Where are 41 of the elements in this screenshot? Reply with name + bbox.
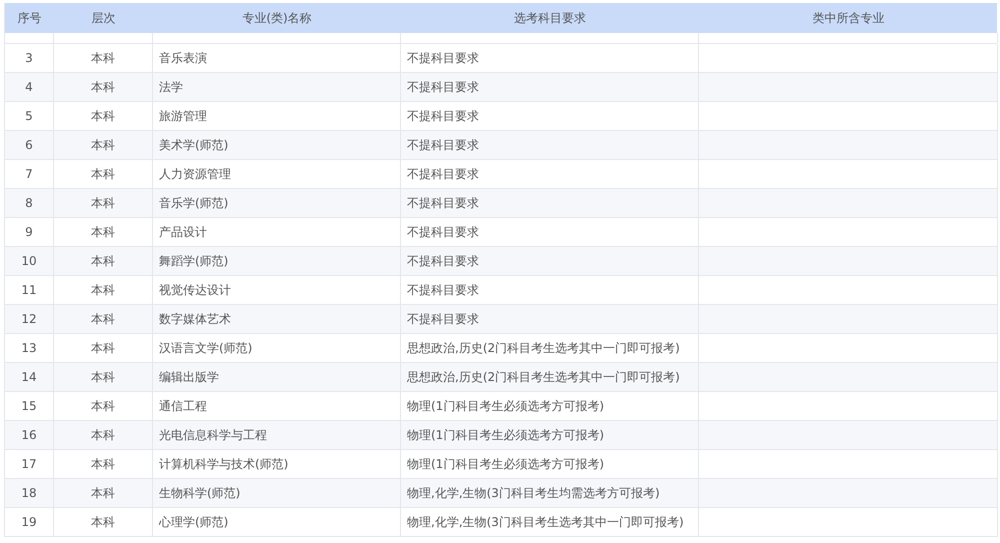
table-cell: 音乐学(师范) (153, 189, 401, 218)
table-cell: 本科 (54, 247, 153, 276)
table-cell: 不提科目要求 (401, 247, 699, 276)
table-cell: 19 (5, 508, 54, 537)
table-cell: 本科 (54, 421, 153, 450)
table-cell: 不提科目要求 (401, 73, 699, 102)
table-cell: 编辑出版学 (153, 363, 401, 392)
table-cell: 本科 (54, 305, 153, 334)
table-cell: 不提科目要求 (401, 189, 699, 218)
table-cell: 物理,化学,生物(3门科目考生均需选考方可报考) (401, 479, 699, 508)
table-cell: 4 (5, 73, 54, 102)
table-cell: 10 (5, 247, 54, 276)
table-cell: 法学 (153, 73, 401, 102)
table-cell: 物理,化学,生物(3门科目考生选考其中一门即可报考) (401, 508, 699, 537)
table-cell: 6 (5, 131, 54, 160)
table-cell: 14 (5, 363, 54, 392)
table-cell: 本科 (54, 189, 153, 218)
table-cell: 12 (5, 305, 54, 334)
table-cell: 本科 (54, 73, 153, 102)
table-cell: 本科 (54, 131, 153, 160)
table-cell: 本科 (54, 508, 153, 537)
table-cell: 不提科目要求 (401, 131, 699, 160)
table-cell: 思想政治,历史(2门科目考生选考其中一门即可报考) (401, 363, 699, 392)
table-cell: 16 (5, 421, 54, 450)
table-cell: 本科 (54, 363, 153, 392)
table-cell: 不提科目要求 (401, 305, 699, 334)
table-cell: 光电信息科学与工程 (153, 421, 401, 450)
table-cell: 本科 (54, 479, 153, 508)
column-header: 专业(类)名称 (241, 10, 313, 26)
table-cell: 数字媒体艺术 (153, 305, 401, 334)
table-cell: 物理(1门科目考生必须选考方可报考) (401, 421, 699, 450)
column-header: 类中所含专业 (812, 10, 886, 26)
column-header: 选考科目要求 (513, 10, 587, 26)
table-cell: 18 (5, 479, 54, 508)
table-cell: 8 (5, 189, 54, 218)
table-cell: 美术学(师范) (153, 131, 401, 160)
table-cell: 生物科学(师范) (153, 479, 401, 508)
table-cell: 舞蹈学(师范) (153, 247, 401, 276)
column-header: 序号 (16, 10, 42, 26)
column-header: 层次 (90, 10, 116, 26)
table-cell: 心理学(师范) (153, 508, 401, 537)
